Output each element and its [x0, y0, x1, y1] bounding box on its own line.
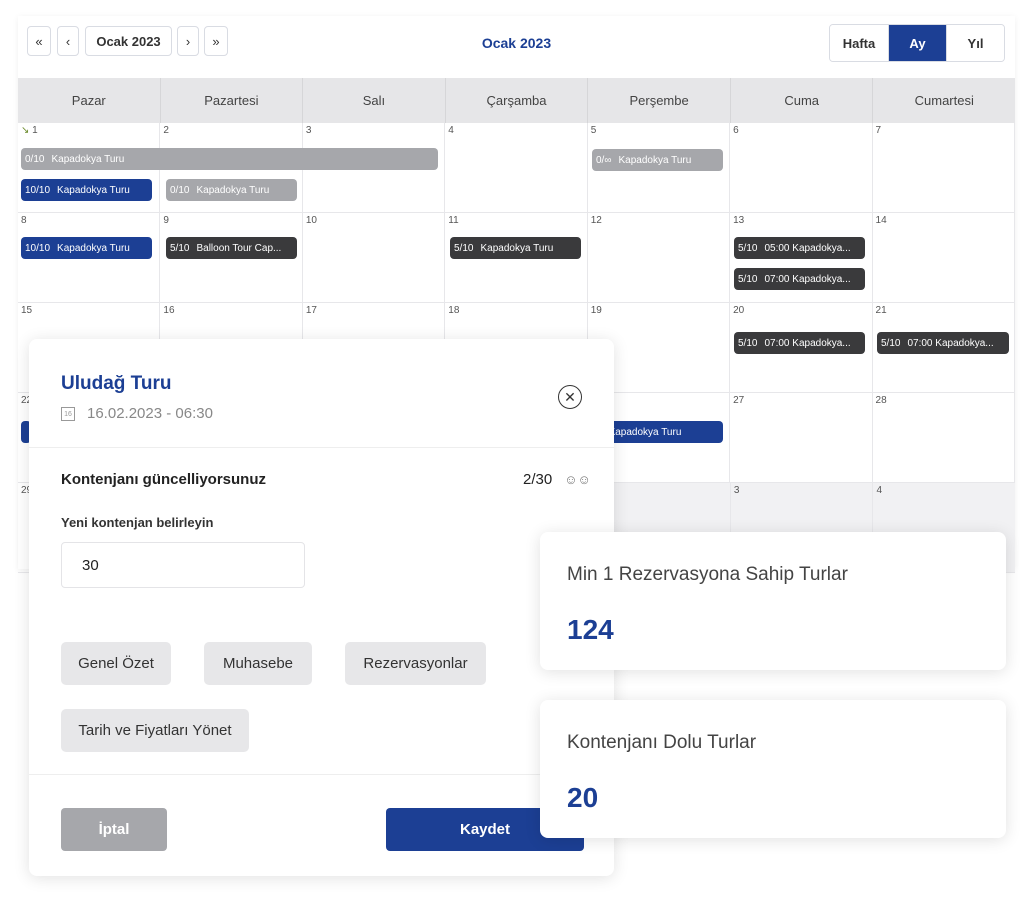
view-week-button[interactable]: Hafta — [830, 25, 888, 61]
capacity-input-label: Yeni kontenjan belirleyin — [61, 515, 214, 530]
divider — [29, 774, 614, 775]
event-bar[interactable]: 5/10 Kapadokya Turu — [450, 237, 581, 259]
weekday-label: Cumartesi — [914, 93, 974, 108]
modal-date-text: 16.02.2023 - 06:30 — [87, 405, 213, 422]
close-button[interactable]: ✕ — [558, 385, 582, 409]
chip-general-summary[interactable]: Genel Özet — [61, 642, 171, 685]
stat-title: Min 1 Rezervasyona Sahip Turlar — [567, 564, 848, 585]
view-year-button[interactable]: Yıl — [946, 25, 1004, 61]
calendar-day[interactable]: 4 — [445, 123, 588, 212]
view-month-button[interactable]: Ay — [888, 25, 946, 61]
divider — [29, 447, 614, 448]
stat-card: Min 1 Rezervasyona Sahip Turlar 124 — [540, 532, 1006, 670]
modal-subtitle: Kontenjanı güncelliyorsunuz — [61, 471, 267, 488]
event-bar[interactable]: 5/10 07:00 Kapadokya... — [734, 268, 865, 290]
capacity-input[interactable] — [61, 542, 305, 588]
calendar-week: ↘ 1 2 3 4 5 6 7 0/10 Kapadokya Turu 10/10… — [18, 123, 1015, 213]
calendar-week: 8 9 10 11 12 13 14 10/10 Kapadokya Turu 5… — [18, 213, 1015, 303]
calendar-icon: 16 — [61, 406, 75, 421]
cancel-button[interactable]: İptal — [61, 808, 167, 851]
event-bar[interactable]: 0/10 Kapadokya Turu — [21, 148, 438, 170]
calendar-day[interactable]: 14 — [873, 213, 1015, 302]
chip-accounting[interactable]: Muhasebe — [204, 642, 312, 685]
calendar-toolbar: « ‹ Ocak 2023 › » Ocak 2023 Hafta Ay Yıl — [18, 16, 1015, 74]
weekday-label: Perşembe — [588, 78, 731, 123]
event-bar[interactable]: 5/10 07:00 Kapadokya... — [877, 332, 1009, 354]
close-icon: ✕ — [564, 388, 576, 405]
chip-manage-dates-prices[interactable]: Tarih ve Fiyatları Yönet — [61, 709, 249, 752]
event-bar[interactable]: 5/10 07:00 Kapadokya... — [734, 332, 865, 354]
event-bar[interactable]: 0/∞ Kapadokya Turu — [592, 149, 723, 171]
view-switcher: Hafta Ay Yıl — [829, 24, 1005, 62]
capacity-count-text: 2/30 — [523, 471, 553, 488]
chip-reservations[interactable]: Rezervasyonlar — [345, 642, 486, 685]
event-bar[interactable]: 5/10 Balloon Tour Cap... — [166, 237, 297, 259]
weekday-label: Cuma — [731, 78, 874, 123]
calendar-day[interactable]: 27 — [730, 393, 873, 482]
users-icon: ☺☺ — [564, 472, 591, 487]
stat-value: 20 — [567, 782, 599, 813]
update-capacity-modal: Uludağ Turu 16 16.02.2023 - 06:30 ✕ Kont… — [29, 339, 614, 876]
stat-card: Kontenjanı Dolu Turlar 20 — [540, 700, 1006, 838]
pin-icon: ↘ — [21, 125, 30, 136]
calendar-day[interactable]: 12 — [588, 213, 731, 302]
event-bar[interactable]: 10/10 Kapadokya Turu — [21, 179, 152, 201]
calendar-day[interactable]: 6 — [730, 123, 873, 212]
modal-title: Uludağ Turu — [61, 373, 172, 394]
event-bar[interactable]: 0/10 Kapadokya Turu — [166, 179, 297, 201]
stat-title: Kontenjanı Dolu Turlar — [567, 732, 757, 753]
weekday-label: Çarşamba — [446, 78, 589, 123]
calendar-day[interactable]: 7 — [873, 123, 1015, 212]
weekday-label: Salı — [303, 78, 446, 123]
calendar-day[interactable]: 28 — [873, 393, 1015, 482]
weekday-label: Pazartesi — [161, 78, 304, 123]
modal-date: 16 16.02.2023 - 06:30 — [61, 405, 213, 422]
event-bar[interactable]: 10/10 Kapadokya Turu — [21, 237, 152, 259]
weekday-header: Pazar Pazartesi Salı Çarşamba Perşembe C… — [18, 78, 1015, 123]
capacity-count: 2/30 ☺☺ — [523, 471, 591, 488]
stat-value: 124 — [567, 614, 614, 645]
calendar-day[interactable]: 10 — [303, 213, 446, 302]
weekday-label: Pazar — [18, 78, 161, 123]
event-bar[interactable]: 5/10 05:00 Kapadokya... — [734, 237, 865, 259]
